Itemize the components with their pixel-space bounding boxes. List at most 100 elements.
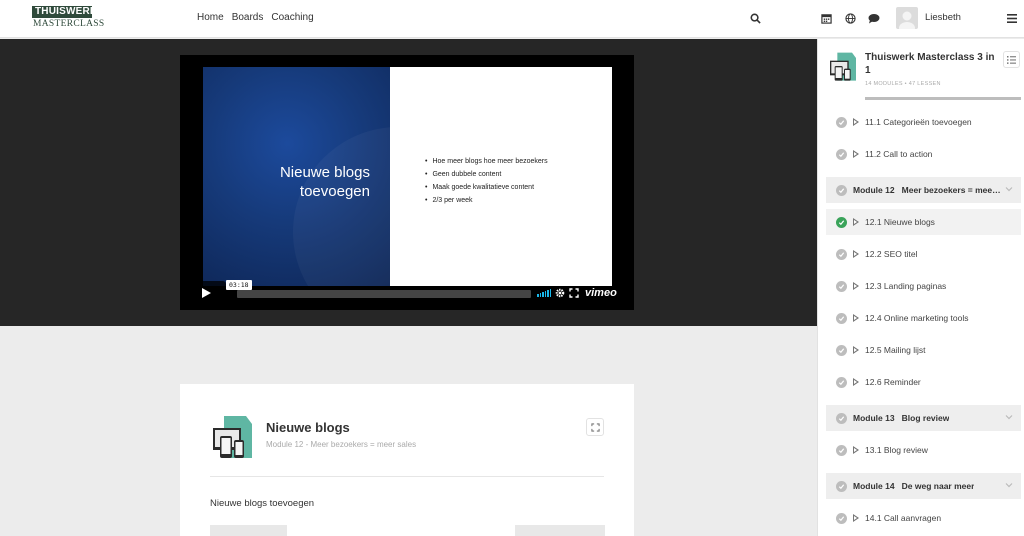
settings-gear-icon[interactable]	[555, 288, 565, 298]
check-icon	[836, 480, 847, 492]
vimeo-logo[interactable]: vimeo	[585, 287, 617, 299]
slide-title-line1: Nieuwe blogs	[279, 164, 370, 181]
video-time: 03:18	[226, 280, 252, 290]
sidebar-lesson[interactable]: 11.1 Categorieën toevoegen	[826, 109, 1021, 135]
lesson-card: Nieuwe blogs Module 12 - Meer bezoekers …	[180, 384, 634, 536]
course-title[interactable]: Thuiswerk Masterclass 3 in 1	[865, 51, 1000, 77]
slide-bullet: Geen dubbele content	[425, 168, 548, 181]
course-icon	[213, 416, 252, 458]
next-lesson-button[interactable]	[515, 525, 605, 536]
check-icon[interactable]	[836, 148, 847, 160]
video-progress-bar[interactable]	[237, 290, 531, 298]
nav-boards[interactable]: Boards	[232, 12, 264, 23]
slide-bullets: Hoe meer blogs hoe meer bezoekers Geen d…	[425, 155, 548, 207]
check-icon[interactable]	[836, 248, 847, 260]
avatar[interactable]	[896, 7, 918, 29]
nav-coaching[interactable]: Coaching	[271, 12, 313, 23]
nav-home[interactable]: Home	[197, 12, 224, 23]
sidebar-lesson[interactable]: 14.1 Call aanvragen	[826, 505, 1021, 531]
check-icon[interactable]	[836, 116, 847, 128]
play-icon	[202, 287, 211, 298]
slide-title-line2: toevoegen	[299, 183, 370, 200]
sidebar-lesson[interactable]: 13.1 Blog review	[826, 437, 1021, 463]
sidebar-lesson[interactable]: 12.4 Online marketing tools	[826, 305, 1021, 331]
check-icon	[836, 412, 847, 424]
slide-content-panel: Hoe meer blogs hoe meer bezoekers Geen d…	[390, 67, 612, 286]
sidebar-module[interactable]: Module 12 Meer bezoekers = meer sales	[826, 177, 1021, 203]
check-icon[interactable]	[836, 312, 847, 324]
sidebar-module[interactable]: Module 13 Blog review	[826, 405, 1021, 431]
sidebar-lesson[interactable]: 12.2 SEO titel	[826, 241, 1021, 267]
lesson-label: 13.1 Blog review	[865, 445, 928, 455]
lesson-label: 11.1 Categorieën toevoegen	[865, 117, 972, 127]
slide-bullet: Hoe meer blogs hoe meer bezoekers	[425, 155, 547, 168]
check-icon[interactable]	[836, 280, 847, 292]
check-icon[interactable]	[836, 344, 847, 356]
lesson-subtitle[interactable]: Module 12 - Meer bezoekers = meer sales	[266, 440, 416, 449]
play-icon	[853, 150, 859, 158]
fullscreen-icon[interactable]	[569, 288, 579, 298]
slide-title: Nieuwe blogs toevoegen	[280, 163, 370, 201]
check-icon[interactable]	[836, 376, 847, 388]
list-icon	[1007, 55, 1016, 64]
logo-bottom-text: MASTERCLASS	[33, 19, 105, 29]
slide-decoration	[293, 127, 390, 286]
chevron-down-icon	[1005, 483, 1013, 488]
play-icon	[853, 446, 859, 454]
lesson-label: 11.2 Call to action	[865, 149, 933, 159]
lesson-label: 12.4 Online marketing tools	[865, 313, 969, 323]
lesson-body: Nieuwe blogs toevoegen	[210, 498, 315, 509]
chevron-down-icon	[1005, 415, 1013, 420]
search-icon[interactable]	[748, 11, 762, 25]
slide-title-panel: Nieuwe blogs toevoegen	[203, 67, 390, 286]
play-icon	[853, 314, 859, 322]
sidebar-module[interactable]: Module 14 De weg naar meer	[826, 473, 1021, 499]
course-thumbnail-icon	[830, 52, 856, 81]
globe-icon[interactable]	[843, 11, 857, 25]
sidebar-lesson[interactable]: 12.5 Mailing lijst	[826, 337, 1021, 363]
module-label: Module 12 Meer bezoekers = meer sales	[853, 185, 1003, 195]
logo[interactable]: THUISWERK MASTERCLASS	[32, 6, 105, 32]
list-toggle-button[interactable]	[1003, 51, 1020, 68]
slide-bullet: 2/3 per week	[425, 194, 548, 207]
top-bar: THUISWERK MASTERCLASS Home Boards Coachi…	[0, 0, 1024, 38]
module-label: Module 13 Blog review	[853, 413, 950, 423]
play-icon	[853, 346, 859, 354]
previous-lesson-button[interactable]	[210, 525, 287, 536]
calendar-icon[interactable]	[819, 11, 833, 25]
lesson-label: 12.3 Landing paginas	[865, 281, 947, 291]
lesson-label: 12.5 Mailing lijst	[865, 345, 926, 355]
check-icon[interactable]	[836, 444, 847, 456]
main-nav: Home Boards Coaching	[197, 12, 314, 23]
play-icon	[853, 218, 859, 226]
sidebar-lesson[interactable]: 12.6 Reminder	[826, 369, 1021, 395]
divider	[210, 476, 604, 477]
sidebar-lesson[interactable]: 11.2 Call to action	[826, 141, 1021, 167]
play-icon	[853, 378, 859, 386]
user-name[interactable]: Liesbeth	[925, 12, 961, 23]
expand-icon	[590, 422, 600, 432]
menu-icon[interactable]	[1005, 11, 1019, 25]
chevron-down-icon	[1005, 187, 1013, 192]
sidebar-lesson[interactable]: 12.3 Landing paginas	[826, 273, 1021, 299]
play-icon	[853, 118, 859, 126]
check-icon[interactable]	[836, 216, 847, 228]
video-controls: vimeo	[537, 287, 617, 299]
check-icon[interactable]	[836, 512, 847, 524]
chat-icon[interactable]	[867, 11, 881, 25]
lesson-label: 12.6 Reminder	[865, 377, 921, 387]
play-icon	[853, 282, 859, 290]
logo-top-text: THUISWERK	[32, 6, 97, 18]
play-icon	[853, 514, 859, 522]
lesson-title: Nieuwe blogs	[266, 420, 350, 435]
lesson-label: 12.2 SEO titel	[865, 249, 918, 259]
check-icon	[836, 184, 847, 196]
sidebar-lesson[interactable]: 12.1 Nieuwe blogs	[826, 209, 1021, 235]
play-button[interactable]	[186, 281, 226, 304]
module-label: Module 14 De weg naar meer	[853, 481, 975, 491]
slide-bullet: Maak goede kwalitatieve content	[425, 181, 548, 194]
course-progress-bar	[865, 97, 1021, 100]
volume-icon[interactable]	[537, 289, 551, 297]
lesson-label: 14.1 Call aanvragen	[865, 513, 942, 523]
expand-button[interactable]	[586, 418, 604, 436]
